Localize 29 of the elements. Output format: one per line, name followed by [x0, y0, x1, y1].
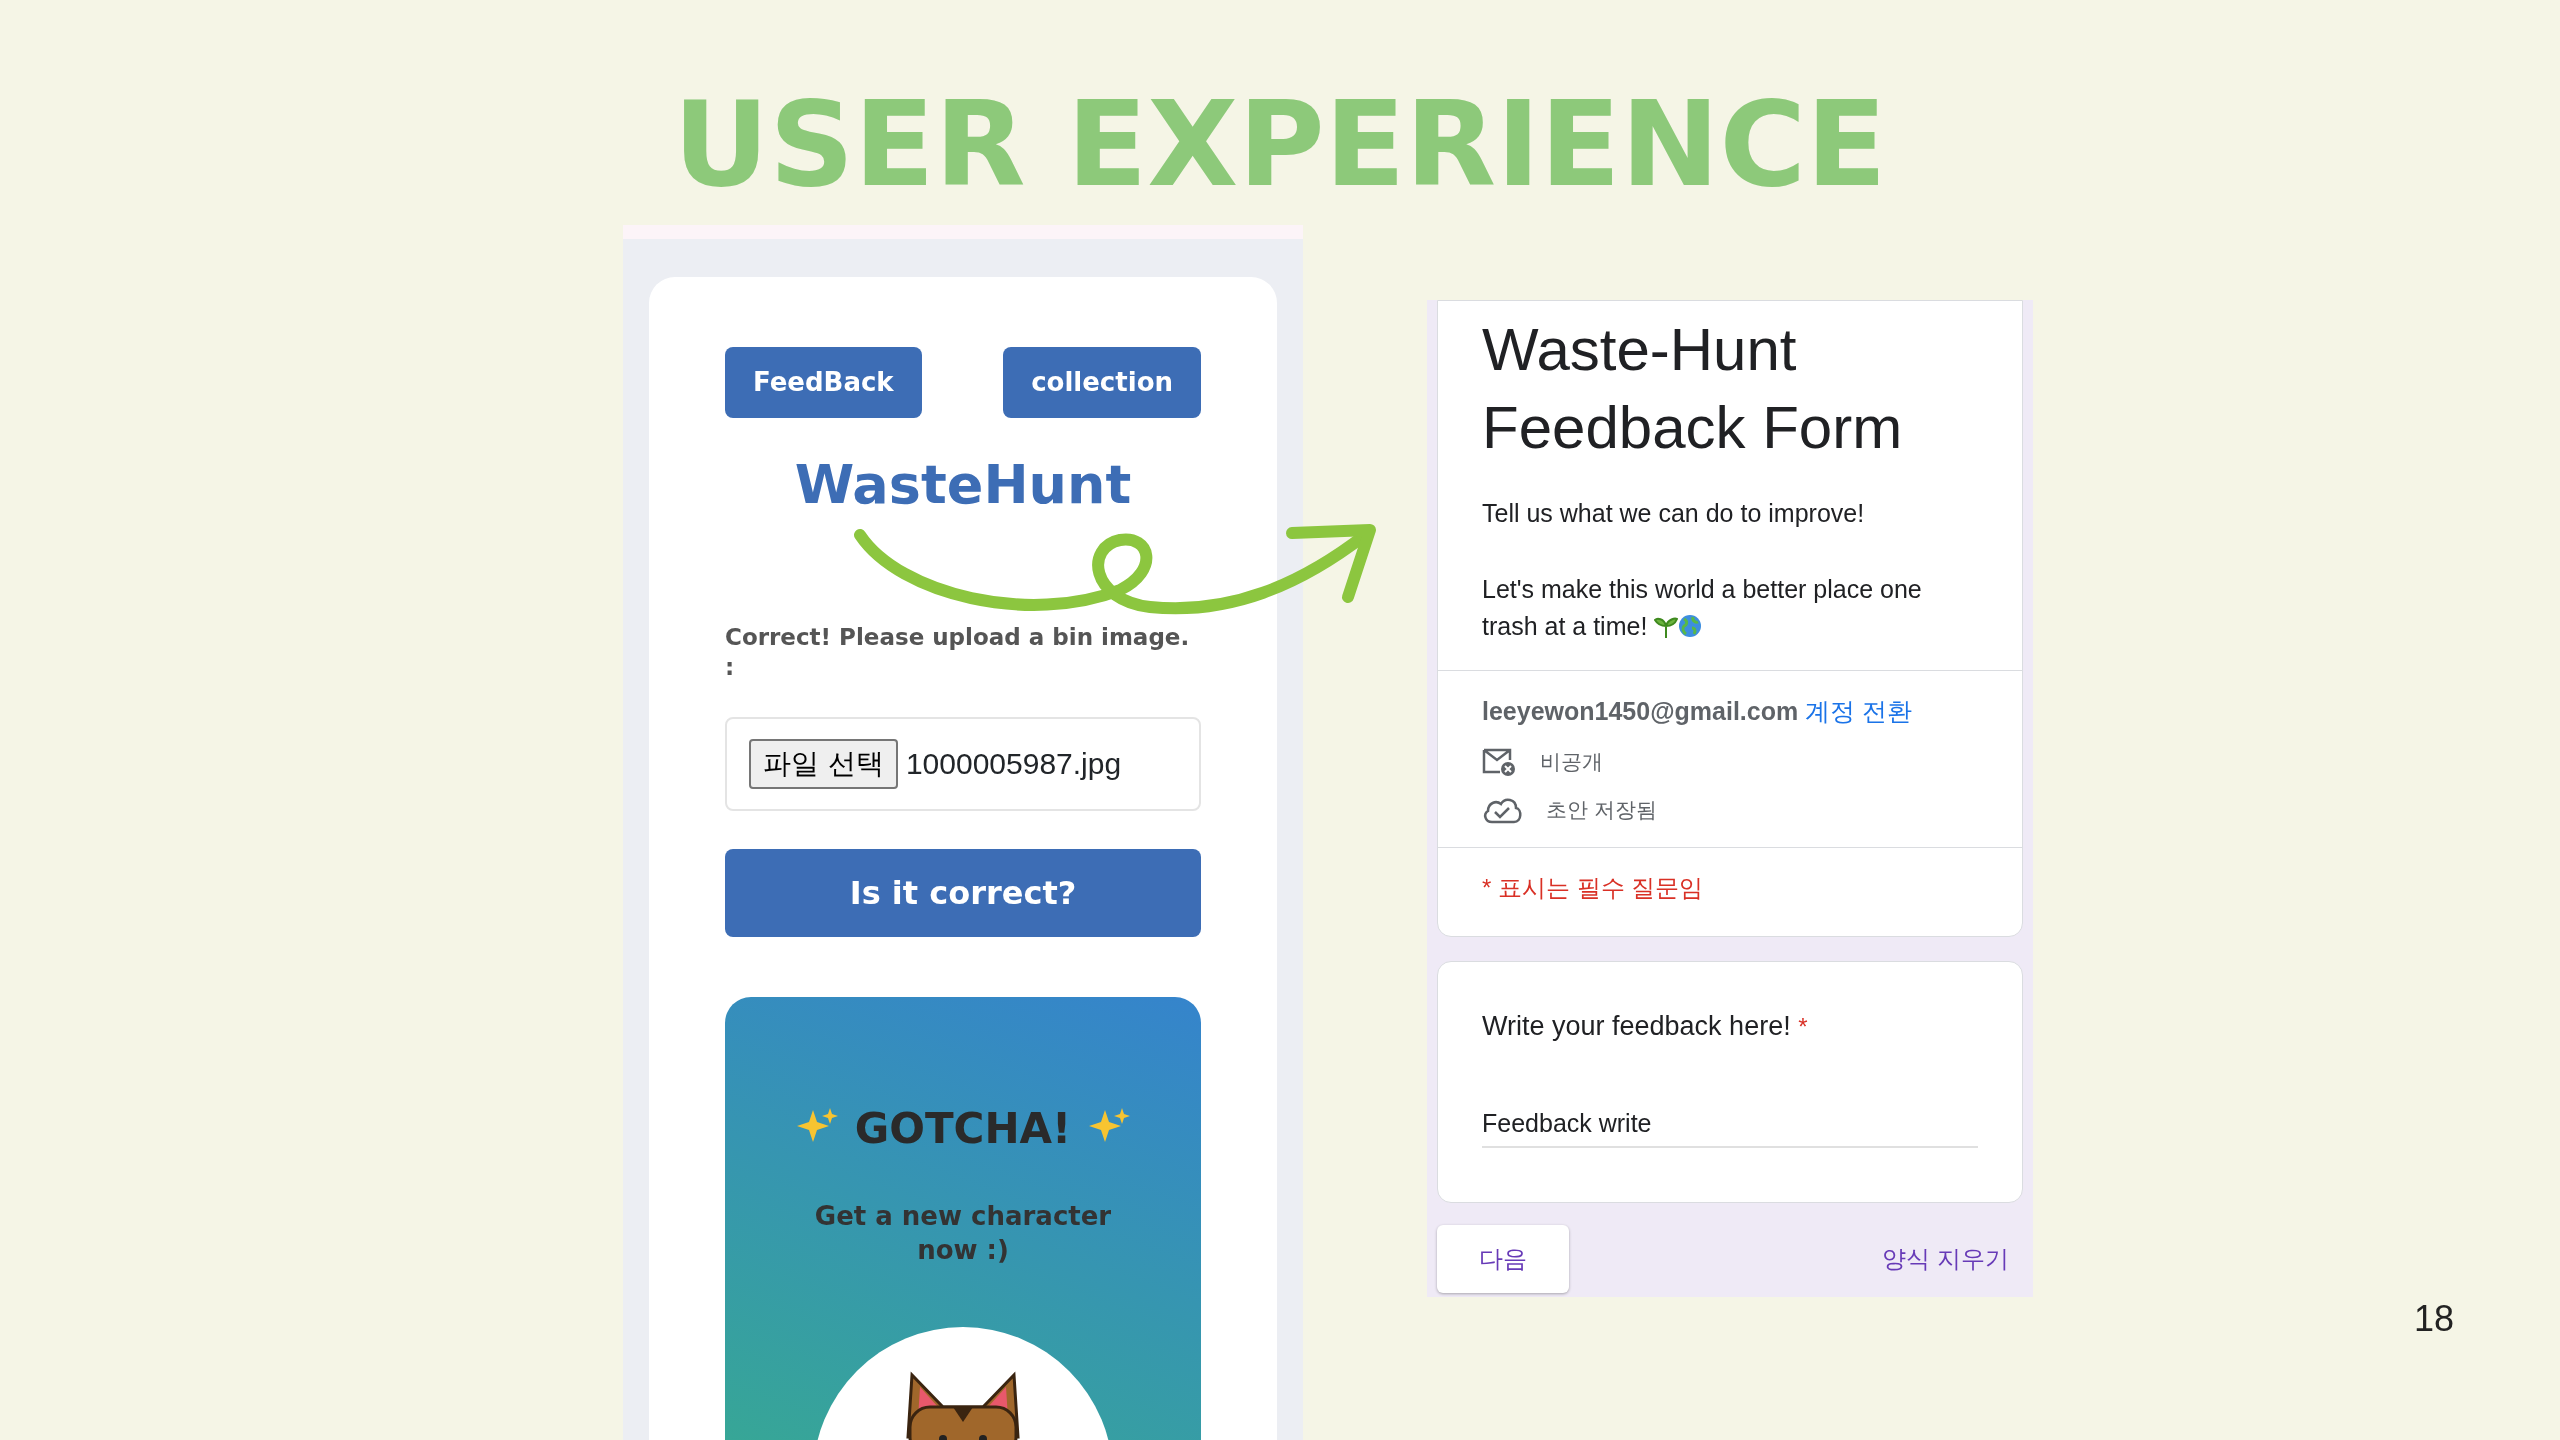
question-label: Write your feedback here! *: [1482, 1010, 1809, 1044]
form-description: Tell us what we can do to improve!: [1482, 498, 1866, 529]
choose-file-button[interactable]: 파일 선택: [749, 738, 898, 789]
switch-account-link[interactable]: 계정 전환: [1805, 696, 1913, 725]
account-email: leeyewon1450@gmail.com 계정 전환: [1482, 695, 1914, 727]
file-name: 1000005987.jpg: [905, 746, 1122, 783]
required-asterisk: *: [1798, 1013, 1808, 1041]
clear-form-link[interactable]: 양식 지우기: [1882, 1241, 2009, 1278]
nav-button[interactable]: collection: [1003, 347, 1201, 418]
draft-saved-status: 초안 저장됨: [1546, 796, 1657, 823]
privacy-label: 비공개: [1540, 749, 1603, 776]
is-it-correct-button[interactable]: Is it correct?: [725, 848, 1201, 937]
gotcha-subtitle: Get a new character now :): [813, 1199, 1113, 1267]
app-logo: WasteHunt: [793, 452, 1133, 518]
nav-button[interactable]: FeedBack: [725, 347, 922, 418]
mail-blocked-icon: [1482, 747, 1516, 777]
required-note: * 표시는 필수 질문임: [1482, 873, 1705, 904]
gotcha-title: GOTCHA!: [854, 1102, 1072, 1155]
page-number: 18: [2414, 1297, 2455, 1341]
upload-prompt: Correct! Please upload a bin image.: [725, 623, 1191, 652]
slide-title: USER EXPERIENCE: [672, 80, 1888, 210]
next-button[interactable]: 다음: [1437, 1225, 1569, 1294]
file-input-field[interactable]: 파일 선택 1000005987.jpg: [725, 716, 1201, 811]
form-title: Waste-Hunt Feedback Form: [1482, 315, 1904, 463]
form-description: Let's make this world a better place one trash at a time!: [1482, 574, 1923, 642]
cloud-check-icon: [1482, 795, 1522, 824]
prompt-colon: :: [725, 652, 736, 682]
answer-field[interactable]: Feedback write: [1482, 1100, 1978, 1149]
globe-icon: [1678, 613, 1703, 638]
